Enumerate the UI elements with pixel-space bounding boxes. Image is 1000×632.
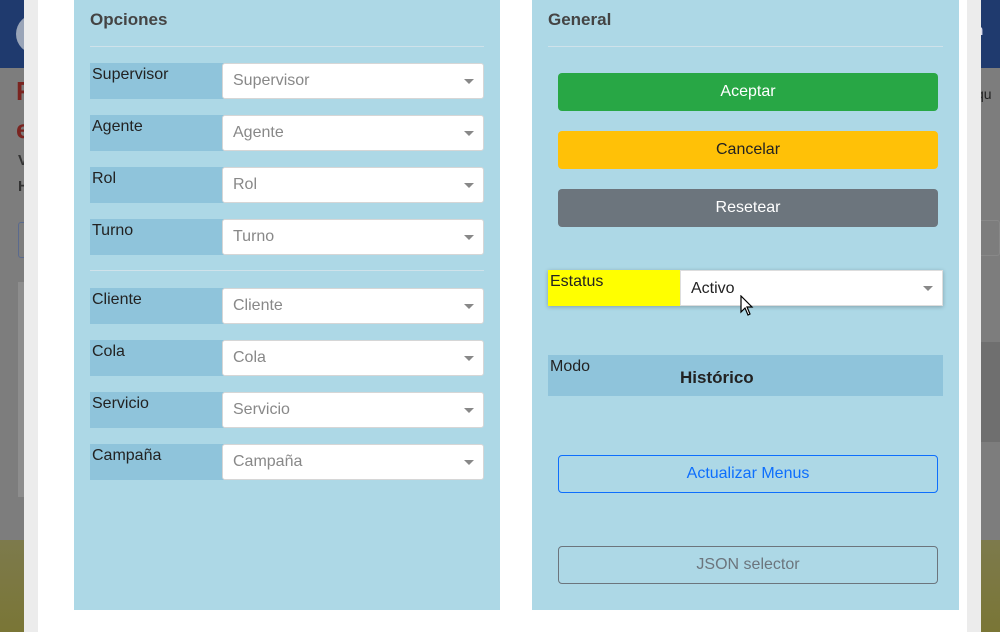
divider (548, 46, 943, 47)
reset-button[interactable]: Resetear (558, 189, 938, 227)
campaign-label: Campaña (90, 444, 224, 480)
status-select[interactable]: Activo (680, 270, 943, 306)
divider (90, 46, 484, 47)
agent-placeholder: Agente (233, 124, 284, 141)
client-placeholder: Cliente (233, 297, 283, 314)
shift-placeholder: Turno (233, 228, 275, 245)
status-value: Activo (691, 280, 735, 297)
mode-value: Histórico (680, 368, 754, 387)
background-right-bar (978, 342, 1000, 442)
mode-label: Modo (550, 358, 591, 375)
divider (90, 270, 484, 271)
caret-down-icon (464, 304, 474, 309)
update-menus-button[interactable]: Actualizar Menus (558, 455, 938, 493)
modal-body: Opciones Supervisor Supervisor Agente Ag… (38, 0, 967, 632)
service-select[interactable]: Servicio (222, 392, 484, 428)
options-panel: Opciones Supervisor Supervisor Agente Ag… (74, 0, 500, 610)
role-label: Rol (90, 167, 224, 203)
caret-down-icon (464, 356, 474, 361)
queue-select[interactable]: Cola (222, 340, 484, 376)
accept-button[interactable]: Aceptar (558, 73, 938, 111)
campaign-select[interactable]: Campaña (222, 444, 484, 480)
campaign-placeholder: Campaña (233, 453, 303, 470)
agent-label: Agente (90, 115, 224, 151)
caret-down-icon (923, 286, 933, 291)
supervisor-placeholder: Supervisor (233, 72, 310, 89)
modal-dialog: Opciones Supervisor Supervisor Agente Ag… (24, 0, 981, 632)
caret-down-icon (464, 408, 474, 413)
client-select[interactable]: Cliente (222, 288, 484, 324)
json-selector-button[interactable]: JSON selector (558, 546, 938, 584)
service-placeholder: Servicio (233, 401, 290, 418)
role-placeholder: Rol (233, 176, 258, 193)
caret-down-icon (464, 131, 474, 136)
client-label: Cliente (90, 288, 224, 324)
queue-placeholder: Cola (233, 349, 266, 366)
caret-down-icon (464, 79, 474, 84)
mode-row: Modo Histórico (548, 355, 943, 396)
supervisor-select[interactable]: Supervisor (222, 63, 484, 99)
caret-down-icon (464, 235, 474, 240)
role-select[interactable]: Rol (222, 167, 484, 203)
queue-label: Cola (90, 340, 224, 376)
service-label: Servicio (90, 392, 224, 428)
status-label: Estatus (548, 270, 680, 306)
options-title: Opciones (90, 10, 168, 29)
supervisor-label: Supervisor (90, 63, 224, 99)
caret-down-icon (464, 183, 474, 188)
cancel-button[interactable]: Cancelar (558, 131, 938, 169)
agent-select[interactable]: Agente (222, 115, 484, 151)
shift-label: Turno (90, 219, 224, 255)
mouse-cursor-icon (740, 295, 754, 316)
caret-down-icon (464, 460, 474, 465)
general-title: General (548, 10, 612, 29)
shift-select[interactable]: Turno (222, 219, 484, 255)
